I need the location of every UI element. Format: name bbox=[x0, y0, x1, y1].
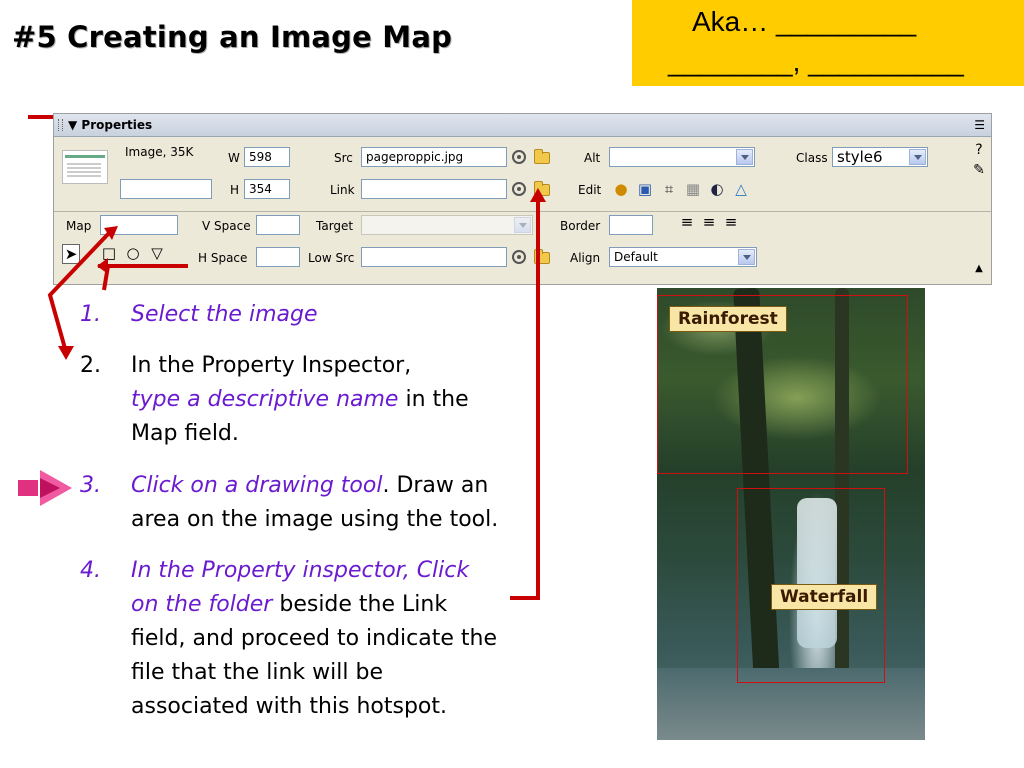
step-1-number: 1. bbox=[80, 302, 101, 327]
step-2-rest: in the bbox=[398, 387, 469, 412]
step-2-italic: type a descriptive name bbox=[131, 387, 399, 412]
step-4-rest: beside the Link bbox=[272, 592, 448, 617]
hotspot-label-waterfall: Waterfall bbox=[771, 584, 878, 610]
arrow-to-map-field bbox=[47, 230, 112, 353]
step-4-italic: on the folder bbox=[131, 592, 273, 617]
rainforest-photo: Rainforest Waterfall bbox=[657, 288, 925, 740]
arrow-to-folder bbox=[510, 195, 540, 600]
step-3-line-2: area on the image using the tool. bbox=[131, 507, 499, 532]
pointer-arrow-icon bbox=[18, 470, 72, 506]
step-4-line-5: associated with this hotspot. bbox=[131, 694, 448, 719]
step-4-line-3: field, and proceed to indicate the bbox=[131, 626, 497, 651]
step-2-line-3: Map field. bbox=[131, 421, 239, 446]
step-3-line-1: Click on a drawing tool. Draw an bbox=[131, 469, 488, 503]
step-2-number: 2. bbox=[80, 353, 101, 378]
step-2-line-1: In the Property Inspector, bbox=[131, 353, 412, 378]
step-2-line-2: type a descriptive name in the bbox=[131, 383, 469, 417]
step-4-line-4: file that the link will be bbox=[131, 660, 383, 685]
step-1-text: Select the image bbox=[131, 302, 318, 327]
step-4-number: 4. bbox=[80, 558, 101, 583]
step-3-italic: Click on a drawing tool bbox=[131, 473, 383, 498]
step-3-rest: . Draw an bbox=[382, 473, 489, 498]
step-4-line-2: on the folder beside the Link bbox=[131, 588, 447, 622]
hotspot-label-rainforest: Rainforest bbox=[669, 306, 787, 332]
step-4-line-1: In the Property inspector, Click bbox=[131, 558, 470, 583]
step-3-number: 3. bbox=[80, 473, 101, 498]
